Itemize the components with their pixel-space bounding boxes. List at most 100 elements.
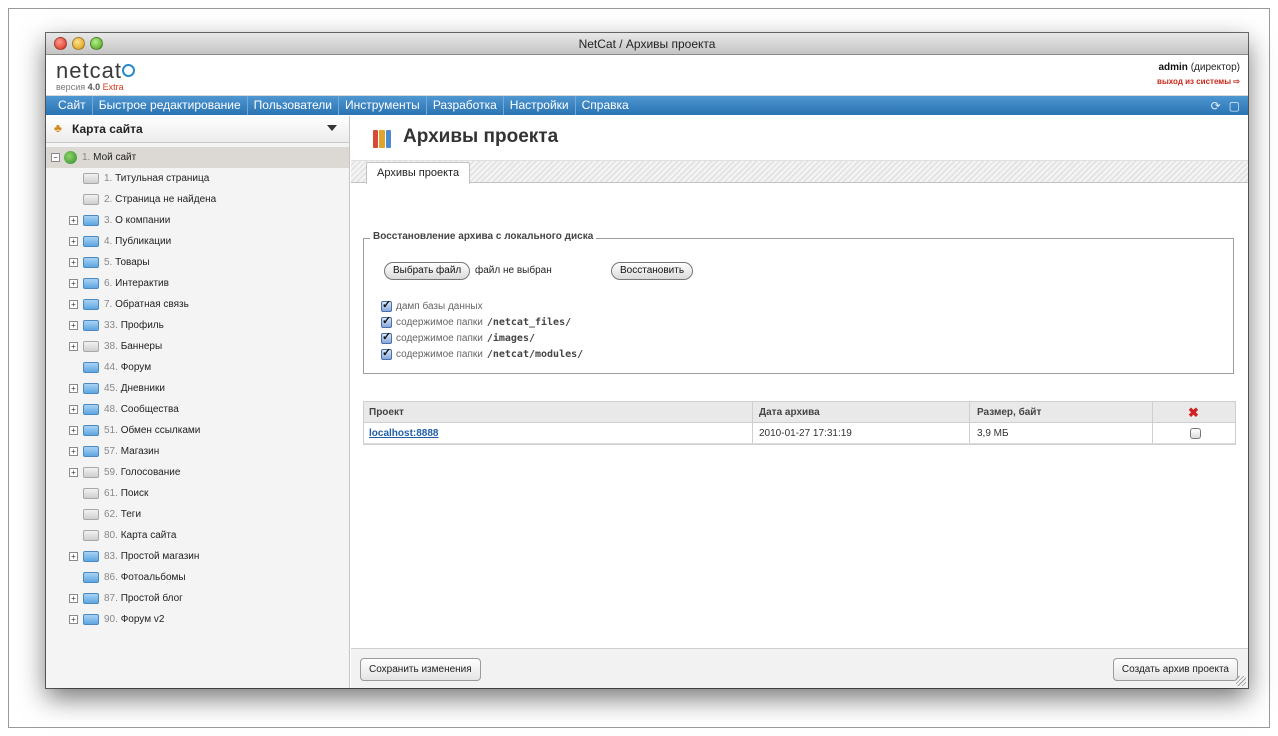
expand-icon[interactable]: + [69, 405, 78, 414]
checkbox-netcat-files[interactable] [381, 314, 392, 328]
page-title: Архивы проекта [403, 126, 559, 147]
tree-item[interactable]: 62. Теги [46, 504, 349, 525]
option-modules[interactable]: содержимое папки /netcat/modules/ [381, 346, 583, 361]
project-link[interactable]: localhost:8888 [369, 423, 438, 444]
folder-icon [83, 299, 99, 310]
collapse-icon[interactable]: − [51, 153, 60, 162]
delete-x-icon[interactable]: ✖ [1188, 402, 1199, 423]
tree-item-text: Обмен ссылками [120, 425, 201, 436]
expand-icon[interactable]: + [69, 237, 78, 246]
tab-project-archives[interactable]: Архивы проекта [366, 162, 471, 184]
tree-item[interactable]: 1. Титульная страница [46, 168, 349, 189]
tree-item[interactable]: +59. Голосование [46, 462, 349, 483]
tree-item[interactable]: 86. Фотоальбомы [46, 567, 349, 588]
tree-item[interactable]: +4. Публикации [46, 231, 349, 252]
sidebar-header[interactable]: ♣ Карта сайта [46, 116, 349, 143]
checkbox-modules[interactable] [381, 346, 392, 360]
tree-item-num: 51. [104, 425, 118, 436]
option-images[interactable]: содержимое папки /images/ [381, 330, 535, 345]
option-netcat-files[interactable]: содержимое папки /netcat_files/ [381, 314, 571, 329]
row-delete-checkbox[interactable] [1190, 428, 1201, 439]
expand-icon[interactable]: + [69, 384, 78, 393]
zoom-window-button[interactable] [90, 37, 103, 50]
expand-icon[interactable]: + [69, 258, 78, 267]
table-header: Проект Дата архива Размер, байт ✖ [364, 402, 1235, 423]
menu-item-settings[interactable]: Настройки [504, 96, 576, 115]
minimize-window-button[interactable] [72, 37, 85, 50]
tree-item[interactable]: 44. Форум [46, 357, 349, 378]
tree-item[interactable]: +57. Магазин [46, 441, 349, 462]
tree-item-num: 61. [104, 488, 118, 499]
resize-handle[interactable] [1236, 676, 1246, 686]
folder-icon [83, 257, 99, 268]
expand-icon[interactable]: + [69, 279, 78, 288]
expand-icon[interactable]: + [69, 552, 78, 561]
restore-button[interactable]: Восстановить [611, 262, 694, 280]
tree-item[interactable]: 80. Карта сайта [46, 525, 349, 546]
checkbox-images[interactable] [381, 330, 392, 344]
tree-item[interactable]: +51. Обмен ссылками [46, 420, 349, 441]
expand-icon[interactable]: + [69, 216, 78, 225]
netcat-logo[interactable]: netcat [56, 58, 135, 84]
tree-item-text: Голосование [120, 467, 181, 478]
expand-icon[interactable]: + [69, 594, 78, 603]
tree-item[interactable]: +3. О компании [46, 210, 349, 231]
tree-item[interactable]: +5. Товары [46, 252, 349, 273]
chevron-down-icon[interactable] [327, 125, 337, 131]
tree-item[interactable]: +7. Обратная связь [46, 294, 349, 315]
save-changes-button[interactable]: Сохранить изменения [360, 658, 481, 681]
menu-item-development[interactable]: Разработка [427, 96, 504, 115]
option-db-dump-label: дамп базы данных [396, 300, 483, 312]
tree-item-label: 6. Интерактив [104, 273, 169, 294]
expand-icon[interactable]: + [69, 321, 78, 330]
create-archive-button[interactable]: Создать архив проекта [1112, 658, 1238, 681]
tree-item[interactable]: +83. Простой магазин [46, 546, 349, 567]
tree-item-text: Публикации [115, 236, 172, 247]
menu-item-users[interactable]: Пользователи [248, 96, 339, 115]
tree-item-num: 7. [104, 299, 113, 310]
expand-icon[interactable]: + [69, 342, 78, 351]
menu-item-tools[interactable]: Инструменты [339, 96, 427, 115]
menu-item-site[interactable]: Сайт [52, 96, 93, 115]
logout-link[interactable]: выход из системы ⇨ [1157, 77, 1240, 86]
tree-item[interactable]: +6. Интерактив [46, 273, 349, 294]
expand-icon[interactable]: + [69, 300, 78, 309]
folder-icon [83, 425, 99, 436]
expand-icon[interactable]: + [69, 615, 78, 624]
expand-icon[interactable]: + [69, 447, 78, 456]
tree-item-text: Интерактив [115, 278, 169, 289]
tree-item-label: 80. Карта сайта [104, 525, 176, 546]
tree-root[interactable]: − 1. Мой сайт [46, 147, 349, 168]
tree-item-text: О компании [115, 215, 171, 226]
tree-item[interactable]: 2. Страница не найдена [46, 189, 349, 210]
chat-icon[interactable]: ▢ [1229, 99, 1240, 113]
tree-item[interactable]: +45. Дневники [46, 378, 349, 399]
tree-item[interactable]: 61. Поиск [46, 483, 349, 504]
tree-item-text: Товары [115, 257, 150, 268]
expand-icon[interactable]: + [69, 468, 78, 477]
table-row: localhost:8888 2010-01-27 17:31:19 3,9 М… [364, 423, 1235, 444]
user-role: (директор) [1190, 62, 1240, 73]
version-prefix: версия [56, 82, 86, 92]
tree-item[interactable]: +90. Форум v2 [46, 609, 349, 630]
tree-item[interactable]: +48. Сообщества [46, 399, 349, 420]
refresh-icon[interactable]: ⟳ [1211, 99, 1221, 113]
menu-icons: ⟳ ▢ [1211, 99, 1248, 113]
option-db-dump[interactable]: дамп базы данных [381, 298, 483, 313]
close-window-button[interactable] [54, 37, 67, 50]
menu-item-help[interactable]: Справка [576, 96, 635, 115]
header-project: Проект [369, 407, 404, 418]
tree-item-text: Титульная страница [115, 173, 210, 184]
tree-item-text: Дневники [120, 383, 165, 394]
main-content: Архивы проекта Архивы проекта Восстановл… [351, 116, 1248, 688]
tree-item[interactable]: +33. Профиль [46, 315, 349, 336]
tree-item[interactable]: +38. Баннеры [46, 336, 349, 357]
choose-file-button[interactable]: Выбрать файл [384, 262, 471, 280]
tree-item-label: 90. Форум v2 [104, 609, 164, 630]
expand-icon[interactable]: + [69, 426, 78, 435]
checkbox-db-dump[interactable] [381, 298, 392, 312]
tree-item-num: 57. [104, 446, 118, 457]
tree-item[interactable]: +87. Простой блог [46, 588, 349, 609]
exit-icon: ⇨ [1233, 77, 1240, 86]
menu-item-quick-edit[interactable]: Быстрое редактирование [93, 96, 248, 115]
